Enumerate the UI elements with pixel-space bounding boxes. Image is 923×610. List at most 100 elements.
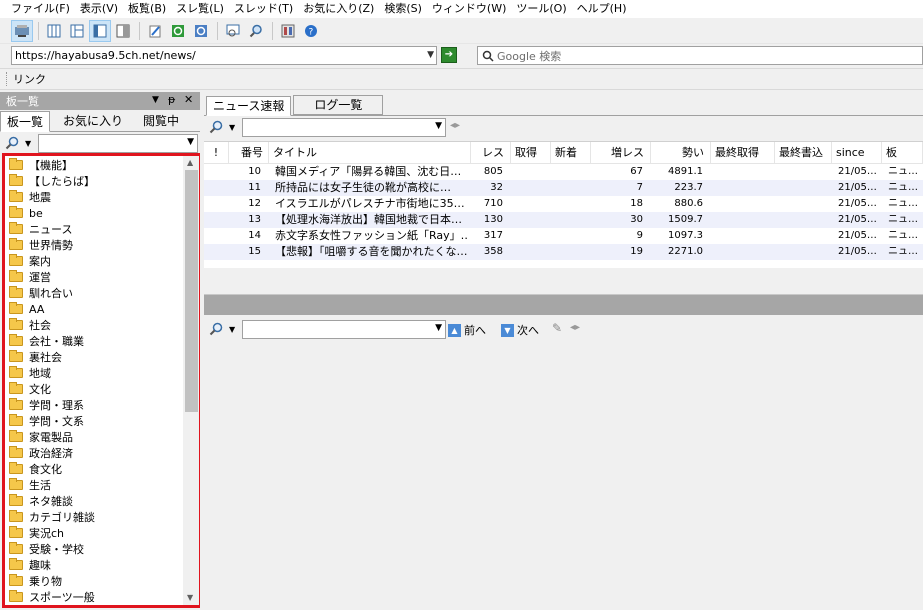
close-icon[interactable]: ✕ bbox=[184, 93, 193, 106]
scroll-down-icon[interactable]: ▼ bbox=[187, 593, 193, 602]
board-category-item[interactable]: ネタ雑談 bbox=[5, 493, 183, 509]
board-category-item[interactable]: 馴れ合い bbox=[5, 285, 183, 301]
board-category-item[interactable]: 学問・文系 bbox=[5, 413, 183, 429]
board-category-item[interactable]: スポーツ一般 bbox=[5, 589, 183, 605]
board-category-item[interactable]: AA bbox=[5, 301, 183, 317]
thread-filter-input[interactable]: ▼ bbox=[242, 118, 446, 137]
column-header-res[interactable]: レス bbox=[471, 142, 511, 164]
board-category-item[interactable]: 受験・学校 bbox=[5, 541, 183, 557]
highlight-pen-icon[interactable]: ✎ bbox=[552, 321, 562, 335]
menu-help[interactable]: ヘルプ(H) bbox=[572, 0, 632, 18]
help-button[interactable]: ? bbox=[300, 20, 322, 42]
prev-button[interactable]: ▲ 前へ bbox=[448, 322, 486, 338]
board-category-item[interactable]: 世界情勢 bbox=[5, 237, 183, 253]
board-category-item[interactable]: 実況ch bbox=[5, 525, 183, 541]
menu-search[interactable]: 検索(S) bbox=[379, 0, 427, 18]
google-search-field[interactable]: Google 検索 bbox=[477, 46, 923, 65]
board-category-item[interactable]: 趣味 bbox=[5, 557, 183, 573]
column-header-get[interactable]: 取得 bbox=[511, 142, 551, 164]
scroll-thumb[interactable] bbox=[185, 170, 198, 412]
chevron-down-icon[interactable]: ▼ bbox=[229, 325, 235, 334]
refresh-all-button[interactable] bbox=[190, 20, 212, 42]
tab-log-list[interactable]: ログ一覧 bbox=[293, 95, 384, 115]
pane-splitter[interactable] bbox=[204, 295, 923, 315]
chevron-down-icon[interactable]: ▼ bbox=[427, 50, 434, 60]
column-header-last-write[interactable]: 最終書込 bbox=[775, 142, 832, 164]
table-row[interactable]: 15 【悲報】「咀嚼する音を聞かれたくな… 358 19 2271.0 21/05… ニュ… bbox=[204, 244, 923, 260]
menu-file[interactable]: ファイル(F) bbox=[6, 0, 75, 18]
chevron-down-icon[interactable]: ▼ bbox=[435, 121, 442, 131]
menu-window[interactable]: ウィンドウ(W) bbox=[427, 0, 511, 18]
menu-view[interactable]: 表示(V) bbox=[75, 0, 123, 18]
board-category-item[interactable]: ニュース bbox=[5, 221, 183, 237]
column-header-board[interactable]: 板 bbox=[882, 142, 923, 164]
chevron-down-icon[interactable]: ▼ bbox=[25, 139, 31, 148]
chevron-down-icon[interactable]: ▼ bbox=[152, 95, 159, 105]
options-button[interactable] bbox=[277, 20, 299, 42]
online-toggle-button[interactable] bbox=[11, 19, 33, 42]
write-button[interactable] bbox=[144, 20, 166, 42]
search-icon[interactable] bbox=[209, 322, 223, 336]
chevron-down-icon[interactable]: ▼ bbox=[435, 323, 442, 333]
board-category-item[interactable]: 裏社会 bbox=[5, 349, 183, 365]
layout-cols-button[interactable] bbox=[43, 20, 65, 42]
column-header-title[interactable]: タイトル bbox=[269, 142, 471, 164]
table-row[interactable]: 11 所持品には女子生徒の靴が高校に… 32 7 223.7 21/05… ニュ… bbox=[204, 180, 923, 196]
table-row[interactable]: 12 イスラエルがパレスチナ市街地に35… 710 18 880.6 21/05… ニュ… bbox=[204, 196, 923, 212]
menu-threadlist[interactable]: スレ覧(L) bbox=[171, 0, 229, 18]
board-category-item[interactable]: 【機能】 bbox=[5, 157, 183, 173]
board-category-item[interactable]: 文化 bbox=[5, 381, 183, 397]
board-category-item[interactable]: 生活 bbox=[5, 477, 183, 493]
menu-favorites[interactable]: お気に入り(Z) bbox=[298, 0, 379, 18]
board-category-item[interactable]: 【したらば】 bbox=[5, 173, 183, 189]
board-category-item[interactable]: 案内 bbox=[5, 253, 183, 269]
board-category-item[interactable]: be bbox=[5, 205, 183, 221]
column-header-increase[interactable]: 増レス bbox=[591, 142, 651, 164]
table-row[interactable]: 14 赤文字系女性ファッション紙「Ray」… 317 9 1097.3 21/05… ニュ… bbox=[204, 228, 923, 244]
board-category-item[interactable]: 家電製品 bbox=[5, 429, 183, 445]
chevron-down-icon[interactable]: ▼ bbox=[229, 123, 235, 132]
board-category-item[interactable]: 政治経済 bbox=[5, 445, 183, 461]
column-header-last-get[interactable]: 最終取得 bbox=[711, 142, 775, 164]
menu-board[interactable]: 板覧(B) bbox=[123, 0, 171, 18]
board-filter-input[interactable]: ▼ bbox=[38, 134, 198, 153]
menu-tools[interactable]: ツール(O) bbox=[511, 0, 571, 18]
search-button[interactable] bbox=[245, 20, 267, 42]
column-header-momentum[interactable]: 勢い bbox=[651, 142, 711, 164]
scroll-up-icon[interactable]: ▲ bbox=[187, 158, 193, 167]
go-button[interactable]: ➔ bbox=[441, 47, 457, 63]
board-category-item[interactable]: 地震 bbox=[5, 189, 183, 205]
thread-search-input[interactable]: ▼ bbox=[242, 320, 446, 339]
board-category-item[interactable]: 会社・職業 bbox=[5, 333, 183, 349]
search-icon[interactable] bbox=[209, 120, 223, 134]
board-category-item[interactable]: 運営 bbox=[5, 269, 183, 285]
board-category-item[interactable]: 乗り物 bbox=[5, 573, 183, 589]
toolbar-grip[interactable] bbox=[6, 72, 8, 86]
tab-board-list[interactable]: 板一覧 bbox=[0, 111, 51, 132]
layout-split-button[interactable] bbox=[66, 20, 88, 42]
tab-browsing[interactable]: 閲覧中 bbox=[136, 110, 186, 131]
tree-scrollbar[interactable]: ▲ ▼ bbox=[183, 156, 199, 605]
refresh-button[interactable] bbox=[167, 20, 189, 42]
menu-thread[interactable]: スレッド(T) bbox=[229, 0, 298, 18]
address-combo[interactable]: https://hayabusa9.5ch.net/news/ ▼ bbox=[11, 46, 437, 65]
split-arrows-icon[interactable]: ◂▸ bbox=[450, 120, 460, 131]
layout-full-button[interactable] bbox=[112, 20, 134, 42]
pin-icon[interactable]: ᵽ bbox=[168, 93, 175, 106]
tab-news-flash[interactable]: ニュース速報 bbox=[206, 96, 292, 116]
column-header-since[interactable]: since bbox=[832, 142, 882, 164]
column-header-new[interactable]: 新着 bbox=[551, 142, 591, 164]
thread-search-button[interactable] bbox=[222, 20, 244, 42]
split-arrows-icon[interactable]: ◂▸ bbox=[570, 322, 580, 333]
next-button[interactable]: ▼ 次へ bbox=[501, 322, 539, 338]
search-icon[interactable] bbox=[5, 136, 19, 150]
board-category-item[interactable]: 地域 bbox=[5, 365, 183, 381]
layout-tree-button[interactable] bbox=[89, 19, 111, 42]
table-row[interactable]: 13 【処理水海洋放出】韓国地裁で日本… 130 30 1509.7 21/05… ニュ… bbox=[204, 212, 923, 228]
column-header-number[interactable]: 番号 bbox=[229, 142, 269, 164]
board-category-item[interactable]: カテゴリ雑談 bbox=[5, 509, 183, 525]
table-row[interactable]: 10 韓国メディア「陽昇る韓国、沈む日… 805 67 4891.1 21/05… ニュ… bbox=[204, 164, 923, 180]
tab-favorites[interactable]: お気に入り bbox=[56, 110, 130, 131]
column-header-mark[interactable]: ! bbox=[204, 142, 229, 164]
board-category-item[interactable]: 社会 bbox=[5, 317, 183, 333]
